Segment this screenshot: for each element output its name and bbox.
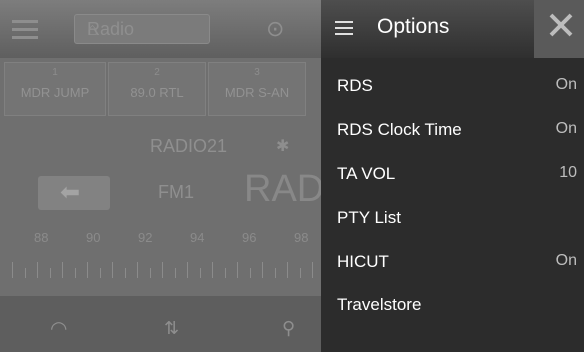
search-icon[interactable]: ⚲ <box>282 318 295 339</box>
scale-tick <box>312 262 313 278</box>
preset-button-1[interactable]: 1 MDR JUMP <box>4 62 106 116</box>
band-label: FM1 <box>158 182 194 202</box>
option-ta-vol[interactable]: TA VOL 10 <box>321 150 584 194</box>
option-value: On <box>555 120 577 137</box>
preset-number: 2 <box>154 67 160 78</box>
head-unit-screen: Radio ⌂ ⊙ 1 MDR JUMP 2 89.0 RTL 3 MDR S-… <box>0 0 584 352</box>
option-label: HICUT <box>337 252 389 271</box>
scale-tick <box>274 268 276 278</box>
scale-tick <box>199 268 201 278</box>
scale-tick <box>174 268 176 278</box>
preset-label: MDR JUMP <box>20 85 90 100</box>
options-header: Options <box>321 0 584 58</box>
home-icon[interactable]: ⌂ <box>87 19 199 40</box>
options-title: Options <box>377 15 450 38</box>
preset-button-2[interactable]: 2 89.0 RTL <box>108 62 206 116</box>
tuning-scale[interactable] <box>0 262 330 282</box>
scale-tick <box>187 262 188 278</box>
frequency-scale: 88 90 92 94 96 98 <box>0 230 330 250</box>
option-hicut[interactable]: HICUT On <box>321 238 584 282</box>
cd-icon[interactable]: ⊙ <box>266 16 284 42</box>
option-label: Travelstore <box>337 295 422 314</box>
scale-tick <box>224 268 226 278</box>
star-icon[interactable]: ✱ <box>276 136 289 156</box>
preset-label: 89.0 RTL <box>130 85 184 100</box>
option-label: PTY List <box>337 208 401 227</box>
scale-tick <box>162 262 163 278</box>
option-rds-clock-time[interactable]: RDS Clock Time On <box>321 106 584 150</box>
option-rds[interactable]: RDS On <box>321 62 584 106</box>
scale-tick <box>137 262 138 278</box>
tune-icon[interactable]: ⇅ <box>164 318 179 339</box>
frequency-label: 92 <box>138 230 153 245</box>
scale-tick <box>99 268 101 278</box>
radio-title-box: Radio ⌂ <box>74 14 210 44</box>
scale-tick <box>87 262 88 278</box>
scale-tick <box>212 262 213 278</box>
option-label: RDS Clock Time <box>337 120 462 139</box>
scale-tick <box>62 262 63 278</box>
scale-tick <box>287 262 288 278</box>
frequency-label: 96 <box>242 230 257 245</box>
option-value: On <box>555 252 577 269</box>
frequency-label: 90 <box>86 230 101 245</box>
back-button[interactable]: ⬅ <box>38 176 110 210</box>
option-value: 10 <box>559 164 577 181</box>
scale-tick <box>37 262 38 278</box>
menu-icon[interactable] <box>12 20 38 40</box>
scale-tick <box>24 268 26 278</box>
scale-tick <box>12 262 13 278</box>
scale-tick <box>74 268 76 278</box>
close-button[interactable] <box>534 0 584 58</box>
option-pty-list[interactable]: PTY List <box>321 194 584 238</box>
frequency-label: 94 <box>190 230 205 245</box>
options-panel: Options RDS On RDS Clock Time On TA VOL … <box>321 0 584 352</box>
scale-tick <box>124 268 126 278</box>
arrow-left-icon: ⬅ <box>60 179 81 206</box>
scale-tick <box>112 262 113 278</box>
close-icon <box>549 13 573 37</box>
frequency-label: 88 <box>34 230 49 245</box>
station-large-label: RAD <box>244 168 325 210</box>
scale-tick <box>149 268 151 278</box>
preset-number: 1 <box>52 67 58 78</box>
station-name: RADIO21 <box>150 136 228 156</box>
option-label: RDS <box>337 76 373 95</box>
signal-icon[interactable]: ◠ <box>50 316 67 341</box>
scale-tick <box>237 262 238 278</box>
frequency-label: 98 <box>294 230 309 245</box>
preset-button-3[interactable]: 3 MDR S-AN <box>208 62 306 116</box>
option-label: TA VOL <box>337 164 396 183</box>
options-list: RDS On RDS Clock Time On TA VOL 10 PTY L… <box>321 62 584 326</box>
preset-label: MDR S-AN <box>224 85 290 100</box>
option-value: On <box>555 76 577 93</box>
scale-tick <box>299 268 301 278</box>
list-icon <box>335 21 353 35</box>
option-travelstore[interactable]: Travelstore <box>321 282 584 326</box>
scale-tick <box>249 268 251 278</box>
scale-tick <box>49 268 51 278</box>
scale-tick <box>262 262 263 278</box>
preset-number: 3 <box>254 67 260 78</box>
